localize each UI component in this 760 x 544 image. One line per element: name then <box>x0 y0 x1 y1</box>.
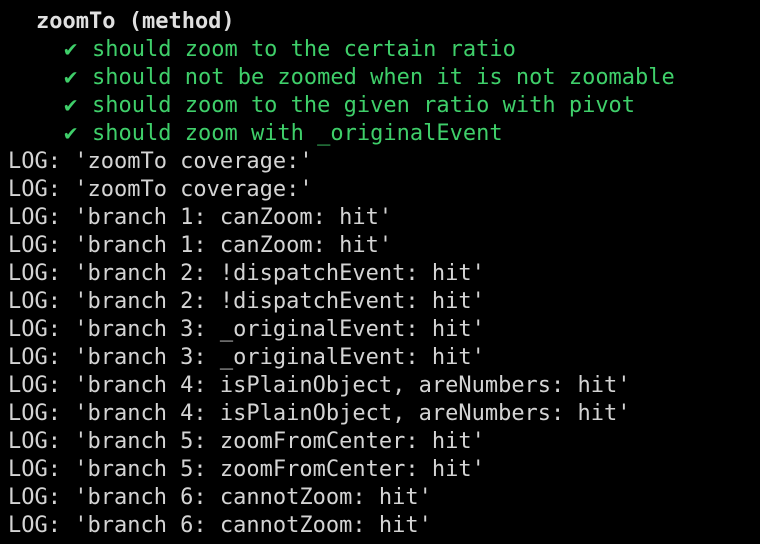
log-line: LOG: 'branch 2: !dispatchEvent: hit' <box>8 289 485 314</box>
test-label: should zoom with _originalEvent <box>92 121 503 146</box>
test-suite-title: zoomTo (method) <box>36 9 235 34</box>
log-line: LOG: 'branch 1: canZoom: hit' <box>8 205 393 230</box>
check-icon: ✔ <box>64 37 78 62</box>
log-line: LOG: 'branch 5: zoomFromCenter: hit' <box>8 429 485 454</box>
test-label: should not be zoomed when it is not zoom… <box>92 65 675 90</box>
test-result-pass: ✔ should zoom to the certain ratio <box>0 36 760 64</box>
test-result-pass: ✔ should not be zoomed when it is not zoo… <box>0 64 760 92</box>
log-line: LOG: 'branch 6: cannotZoom: hit' <box>8 485 432 510</box>
check-icon: ✔ <box>64 121 78 146</box>
log-line: LOG: 'zoomTo coverage:' <box>8 149 313 174</box>
check-icon: ✔ <box>64 93 78 118</box>
log-line: LOG: 'branch 4: isPlainObject, areNumber… <box>8 401 631 426</box>
log-line: LOG: 'branch 3: _originalEvent: hit' <box>8 345 485 370</box>
terminal-output: zoomTo (method) ✔ should zoom to the cert… <box>0 0 760 544</box>
test-result-pass: ✔ should zoom to the given ratio with piv… <box>0 92 760 120</box>
log-line: LOG: 'branch 3: _originalEvent: hit' <box>8 317 485 342</box>
log-line: LOG: 'branch 4: isPlainObject, areNumber… <box>8 373 631 398</box>
log-line: LOG: 'zoomTo coverage:' <box>8 177 313 202</box>
test-result-pass: ✔ should zoom with _originalEvent <box>0 120 760 148</box>
log-line: LOG: 'branch 6: cannotZoom: hit' <box>8 513 432 538</box>
test-label: should zoom to the given ratio with pivo… <box>92 93 636 118</box>
test-label: should zoom to the certain ratio <box>92 37 516 62</box>
check-icon: ✔ <box>64 65 78 90</box>
log-line: LOG: 'branch 1: canZoom: hit' <box>8 233 393 258</box>
log-line: LOG: 'branch 2: !dispatchEvent: hit' <box>8 261 485 286</box>
log-line: LOG: 'branch 5: zoomFromCenter: hit' <box>8 457 485 482</box>
